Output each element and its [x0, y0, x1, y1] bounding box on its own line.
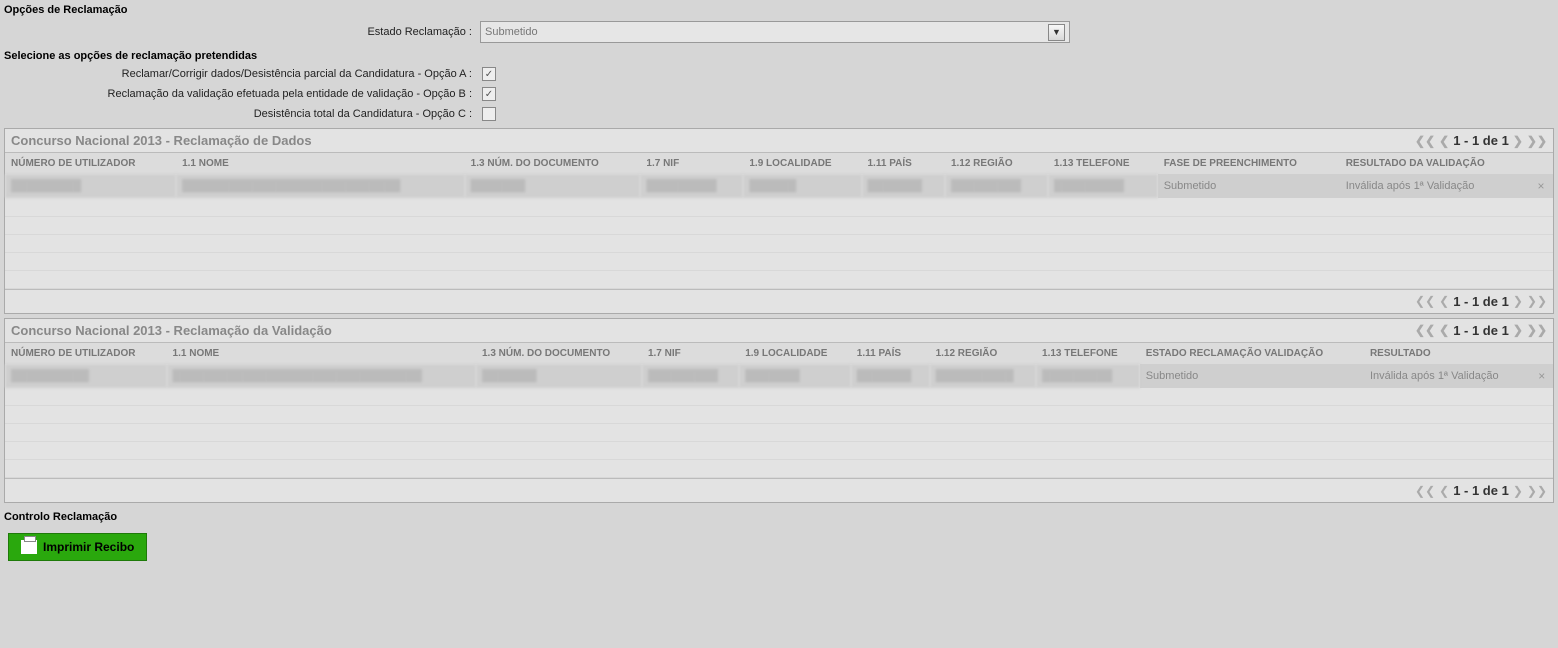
cell-nome: ████████████████████████████ [176, 174, 465, 198]
pager-count: 1 - 1 de 1 [1453, 294, 1509, 309]
estado-select[interactable]: Submetido ▼ [480, 21, 1070, 43]
table-row[interactable]: █████████ ████████████████████████████ █… [5, 174, 1553, 198]
first-page-icon[interactable]: ❮❮ [1415, 484, 1435, 498]
th-num-util: NÚMERO DE UTILIZADOR [5, 153, 176, 174]
last-page-icon[interactable]: ❯❯ [1527, 484, 1547, 498]
last-page-icon[interactable]: ❯❯ [1527, 134, 1547, 148]
th-pais: 1.11 PAÍS [862, 153, 945, 174]
th-nif: 1.7 NIF [640, 153, 743, 174]
panel1-title: Concurso Nacional 2013 - Reclamação de D… [11, 133, 312, 148]
pager-count: 1 - 1 de 1 [1453, 483, 1509, 498]
panel1-pager-bottom: ❮❮ ❮ 1 - 1 de 1 ❯ ❯❯ [1415, 294, 1547, 309]
last-page-icon[interactable]: ❯❯ [1527, 323, 1547, 337]
panel-reclamacao-validacao: Concurso Nacional 2013 - Reclamação da V… [4, 318, 1554, 504]
cell-resultado: Inválida após 1ª Validação [1340, 174, 1529, 198]
cell-telefone: █████████ [1036, 364, 1140, 388]
panel1-pager-top: ❮❮ ❮ 1 - 1 de 1 ❯ ❯❯ [1415, 133, 1547, 148]
print-button[interactable]: Imprimir Recibo [8, 533, 147, 561]
pager-count: 1 - 1 de 1 [1453, 133, 1509, 148]
opt-c-label: Desistência total da Candidatura - Opção… [0, 108, 480, 120]
section-title-controlo: Controlo Reclamação [4, 507, 1554, 525]
cell-estado: Submetido [1140, 364, 1364, 388]
prev-page-icon[interactable]: ❮ [1439, 134, 1449, 148]
cell-pais: ███████ [851, 364, 930, 388]
th-nome: 1.1 NOME [176, 153, 465, 174]
cell-regiao: ██████████ [930, 364, 1036, 388]
pager-count: 1 - 1 de 1 [1453, 323, 1509, 338]
th-num-doc: 1.3 NÚM. DO DOCUMENTO [476, 343, 642, 364]
last-page-icon[interactable]: ❯❯ [1527, 294, 1547, 308]
th-nome: 1.1 NOME [167, 343, 476, 364]
th-resultado: RESULTADO [1364, 343, 1530, 364]
close-icon[interactable]: × [1530, 364, 1553, 388]
cell-localidade: ███████ [739, 364, 851, 388]
th-nif: 1.7 NIF [642, 343, 739, 364]
prev-page-icon[interactable]: ❮ [1439, 323, 1449, 337]
th-pais: 1.11 PAÍS [851, 343, 930, 364]
cell-telefone: █████████ [1048, 174, 1158, 198]
cell-nif: █████████ [640, 174, 743, 198]
printer-icon [21, 540, 37, 554]
opt-a-label: Reclamar/Corrigir dados/Desistência parc… [0, 68, 480, 80]
first-page-icon[interactable]: ❮❮ [1415, 134, 1435, 148]
opt-c-checkbox[interactable] [482, 107, 496, 121]
first-page-icon[interactable]: ❮❮ [1415, 294, 1435, 308]
panel2-pager-bottom: ❮❮ ❮ 1 - 1 de 1 ❯ ❯❯ [1415, 483, 1547, 498]
opt-a-checkbox[interactable]: ✓ [482, 67, 496, 81]
print-label: Imprimir Recibo [43, 540, 134, 554]
opt-b-checkbox[interactable]: ✓ [482, 87, 496, 101]
th-estado: ESTADO RECLAMAÇÃO VALIDAÇÃO [1140, 343, 1364, 364]
section-title-selecione: Selecione as opções de reclamação preten… [0, 46, 1558, 64]
cell-pais: ███████ [862, 174, 945, 198]
prev-page-icon[interactable]: ❮ [1439, 484, 1449, 498]
table-validacao: NÚMERO DE UTILIZADOR 1.1 NOME 1.3 NÚM. D… [5, 343, 1553, 479]
section-title-opcoes: Opções de Reclamação [0, 0, 1558, 18]
next-page-icon[interactable]: ❯ [1513, 484, 1523, 498]
chevron-down-icon[interactable]: ▼ [1048, 24, 1065, 41]
th-num-doc: 1.3 NÚM. DO DOCUMENTO [465, 153, 641, 174]
panel2-pager-top: ❮❮ ❮ 1 - 1 de 1 ❯ ❯❯ [1415, 323, 1547, 338]
panel2-title: Concurso Nacional 2013 - Reclamação da V… [11, 323, 332, 338]
th-resultado: RESULTADO DA VALIDAÇÃO [1340, 153, 1529, 174]
th-fase: FASE DE PREENCHIMENTO [1158, 153, 1340, 174]
cell-nif: █████████ [642, 364, 739, 388]
th-localidade: 1.9 LOCALIDADE [739, 343, 851, 364]
th-telefone: 1.13 TELEFONE [1036, 343, 1140, 364]
next-page-icon[interactable]: ❯ [1513, 323, 1523, 337]
cell-localidade: ██████ [743, 174, 861, 198]
th-num-util: NÚMERO DE UTILIZADOR [5, 343, 167, 364]
th-regiao: 1.12 REGIÃO [945, 153, 1048, 174]
th-telefone: 1.13 TELEFONE [1048, 153, 1158, 174]
prev-page-icon[interactable]: ❮ [1439, 294, 1449, 308]
estado-value: Submetido [485, 26, 538, 38]
cell-fase: Submetido [1158, 174, 1340, 198]
th-regiao: 1.12 REGIÃO [930, 343, 1036, 364]
cell-num-doc: ███████ [476, 364, 642, 388]
panel-reclamacao-dados: Concurso Nacional 2013 - Reclamação de D… [4, 128, 1554, 314]
first-page-icon[interactable]: ❮❮ [1415, 323, 1435, 337]
next-page-icon[interactable]: ❯ [1513, 294, 1523, 308]
cell-num-util: █████████ [5, 174, 176, 198]
th-localidade: 1.9 LOCALIDADE [743, 153, 861, 174]
cell-resultado: Inválida após 1ª Validação [1364, 364, 1530, 388]
estado-label: Estado Reclamação : [0, 26, 480, 38]
next-page-icon[interactable]: ❯ [1513, 134, 1523, 148]
close-icon[interactable]: × [1529, 174, 1553, 198]
cell-num-util: ██████████ [5, 364, 167, 388]
cell-num-doc: ███████ [465, 174, 641, 198]
table-dados: NÚMERO DE UTILIZADOR 1.1 NOME 1.3 NÚM. D… [5, 153, 1553, 289]
cell-regiao: █████████ [945, 174, 1048, 198]
opt-b-label: Reclamação da validação efetuada pela en… [0, 88, 480, 100]
cell-nome: ████████████████████████████████ [167, 364, 476, 388]
table-row[interactable]: ██████████ █████████████████████████████… [5, 364, 1553, 388]
